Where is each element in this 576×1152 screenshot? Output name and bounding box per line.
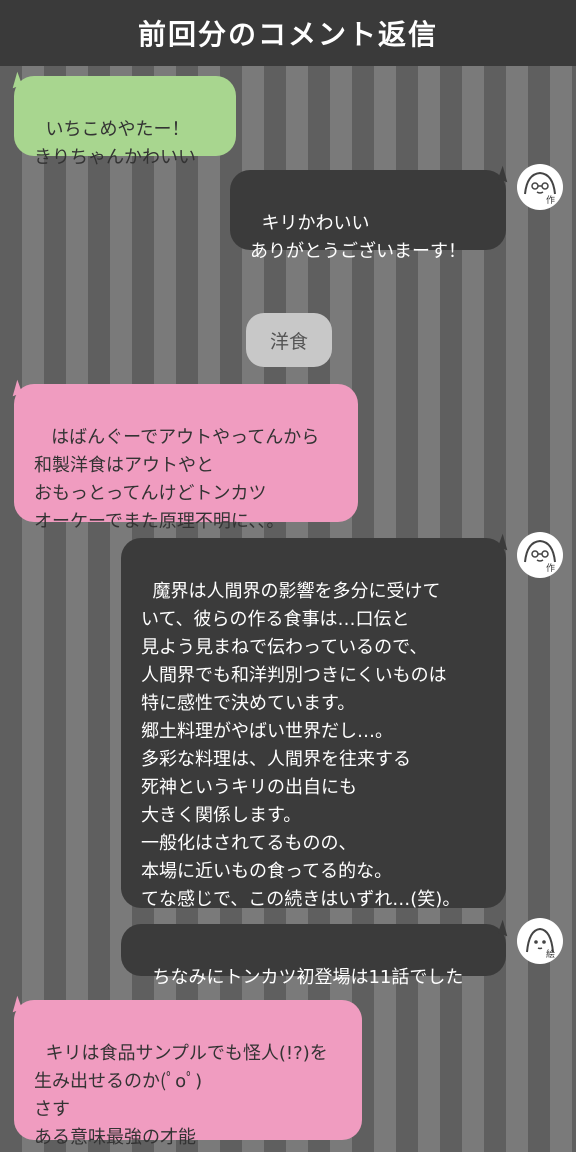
message-text: キリかわいい ありがとうございまーす！: [250, 213, 466, 262]
page-header: 前回分のコメント返信: [0, 0, 576, 66]
message-bubble-left: いちこめやたー！ きりちゃんかわいい: [14, 76, 236, 168]
artist-avatar-icon[interactable]: 絵: [517, 918, 563, 964]
avatar-tag: 絵: [545, 950, 555, 960]
message-bubble-right: キリかわいい ありがとうございまーす！: [230, 170, 506, 262]
message-bubble-right: ちなみにトンカツ初登場は11話でした: [121, 924, 506, 988]
author-avatar-icon[interactable]: 作: [517, 532, 563, 578]
message-text: ちなみにトンカツ初登場は11話でした: [152, 967, 464, 988]
message-bubble-left: キリは食品サンプルでも怪人(!?)を 生み出せるのか(ﾟoﾟ) さす ある意味最…: [14, 1000, 362, 1148]
message-text: いちこめやたー！ きりちゃんかわいい: [34, 119, 196, 168]
message-text: 魔界は人間界の影響を多分に受けて いて、彼らの作る食事は…口伝と 見よう見まねで…: [141, 581, 461, 910]
message-bubble-left: はばんぐーでアウトやってんから 和製洋食はアウトやと おもっとってんけどトンカツ…: [14, 384, 358, 532]
page-title: 前回分のコメント返信: [137, 18, 438, 51]
message-text: はばんぐーでアウトやってんから 和製洋食はアウトやと おもっとってんけどトンカツ…: [34, 427, 320, 532]
topic-chip: 洋食: [246, 313, 332, 367]
topic-chip-label: 洋食: [269, 330, 308, 353]
avatar-tag: 作: [545, 196, 555, 206]
author-avatar-icon[interactable]: 作: [517, 164, 563, 210]
message-bubble-right: 魔界は人間界の影響を多分に受けて いて、彼らの作る食事は…口伝と 見よう見まねで…: [121, 538, 506, 910]
message-text: キリは食品サンプルでも怪人(!?)を 生み出せるのか(ﾟoﾟ) さす ある意味最…: [34, 1043, 328, 1148]
avatar-tag: 作: [545, 564, 555, 574]
